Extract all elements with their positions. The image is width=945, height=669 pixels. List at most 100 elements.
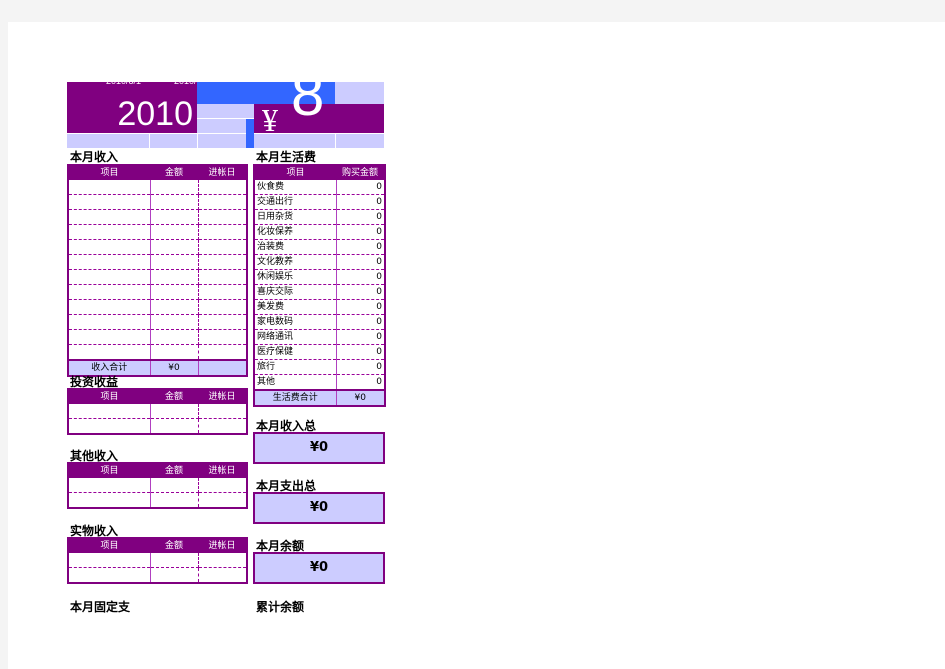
in-kind-income-table: 项目 金额 进帐日 [67,537,248,584]
table-cell[interactable] [68,314,151,330]
table-cell[interactable] [150,194,199,210]
table-cell[interactable]: 0 [336,375,385,391]
table-cell[interactable] [198,180,247,195]
table-cell[interactable] [198,239,247,255]
table-cell[interactable] [150,284,199,300]
table-cell[interactable] [150,404,199,419]
month-label: 8 [291,61,325,128]
table-cell[interactable] [150,418,199,434]
table-cell[interactable] [198,404,247,419]
table-cell[interactable]: 旅行 [254,359,337,375]
table-row [68,239,247,255]
table-cell[interactable] [198,284,247,300]
table-cell[interactable] [198,478,247,493]
table-cell[interactable]: 0 [336,344,385,360]
table-cell[interactable]: 治装费 [254,239,337,255]
table-cell[interactable]: 网络通讯 [254,329,337,345]
table-cell[interactable] [198,269,247,285]
table-cell[interactable]: 休闲娱乐 [254,269,337,285]
table-row [68,299,247,315]
table-cell[interactable]: 伙食费 [254,180,337,195]
table-cell[interactable] [198,329,247,345]
table-cell[interactable] [68,209,151,225]
table-cell[interactable] [198,553,247,568]
header-blue-bar [246,119,254,148]
table-cell[interactable]: 其他 [254,374,337,390]
table-cell[interactable] [198,254,247,270]
header-cell [150,134,197,148]
table-cell[interactable] [150,553,199,568]
table-cell[interactable] [150,567,199,583]
table-cell[interactable] [68,344,151,360]
table-cell[interactable] [68,553,151,568]
header-cell [254,134,335,148]
table-row [68,194,247,210]
table-row: 治装费 0 [254,239,385,255]
table-cell[interactable] [68,492,151,508]
table-cell[interactable]: 0 [336,209,385,225]
table-cell[interactable] [198,568,247,584]
table-cell[interactable] [68,180,151,195]
table-cell[interactable] [68,567,151,583]
table-cell[interactable] [68,478,151,493]
table-row: 医疗保健 0 [254,344,385,360]
table-cell[interactable] [150,314,199,330]
table-cell[interactable] [68,224,151,240]
table-cell[interactable] [68,254,151,270]
table-cell[interactable] [150,299,199,315]
table-cell[interactable] [150,269,199,285]
table-cell[interactable] [68,269,151,285]
table-cell[interactable]: 0 [336,329,385,345]
table-cell[interactable] [68,418,151,434]
table-cell[interactable] [198,314,247,330]
table-cell[interactable]: 0 [336,180,385,195]
table-cell[interactable]: 化妆保养 [254,224,337,240]
investment-title: 投资收益 [70,375,119,389]
table-cell[interactable]: 0 [336,269,385,285]
table-cell[interactable]: 0 [336,224,385,240]
table-cell[interactable] [150,254,199,270]
table-cell[interactable] [150,492,199,508]
table-cell[interactable] [68,404,151,419]
table-cell[interactable]: 0 [336,254,385,270]
table-cell[interactable] [198,224,247,240]
column-header-amount: 金额 [150,463,198,478]
table-cell[interactable]: 医疗保健 [254,344,337,360]
table-cell[interactable] [150,224,199,240]
table-row [68,254,247,270]
table-cell[interactable] [198,299,247,315]
table-cell[interactable] [68,194,151,210]
table-cell[interactable] [198,345,247,361]
table-cell[interactable]: 0 [336,314,385,330]
column-header-date: 进帐日 [198,538,247,553]
table-cell[interactable]: 日用杂货 [254,209,337,225]
table-cell[interactable] [198,419,247,435]
table-cell[interactable] [150,239,199,255]
table-cell[interactable]: 文化教养 [254,254,337,270]
table-cell[interactable] [150,180,199,195]
table-cell[interactable]: 交通出行 [254,194,337,210]
table-cell[interactable]: 家电数码 [254,314,337,330]
table-cell[interactable] [150,329,199,345]
table-cell[interactable]: 0 [336,299,385,315]
table-cell[interactable] [198,194,247,210]
table-cell[interactable]: 0 [336,239,385,255]
table-cell[interactable]: 0 [336,194,385,210]
table-cell[interactable]: 喜庆交际 [254,284,337,300]
table-cell[interactable] [150,209,199,225]
table-row [68,209,247,225]
table-cell[interactable] [68,284,151,300]
table-row [68,224,247,240]
table-cell[interactable] [198,493,247,509]
date-start: 2010/8/1 [106,76,142,86]
table-cell[interactable] [68,329,151,345]
table-cell[interactable]: 0 [336,359,385,375]
table-cell[interactable] [68,299,151,315]
table-row [68,314,247,330]
table-cell[interactable]: 美发费 [254,299,337,315]
table-cell[interactable] [68,239,151,255]
table-cell[interactable] [198,209,247,225]
table-cell[interactable] [150,478,199,493]
table-cell[interactable]: 0 [336,284,385,300]
table-cell[interactable] [150,344,199,360]
